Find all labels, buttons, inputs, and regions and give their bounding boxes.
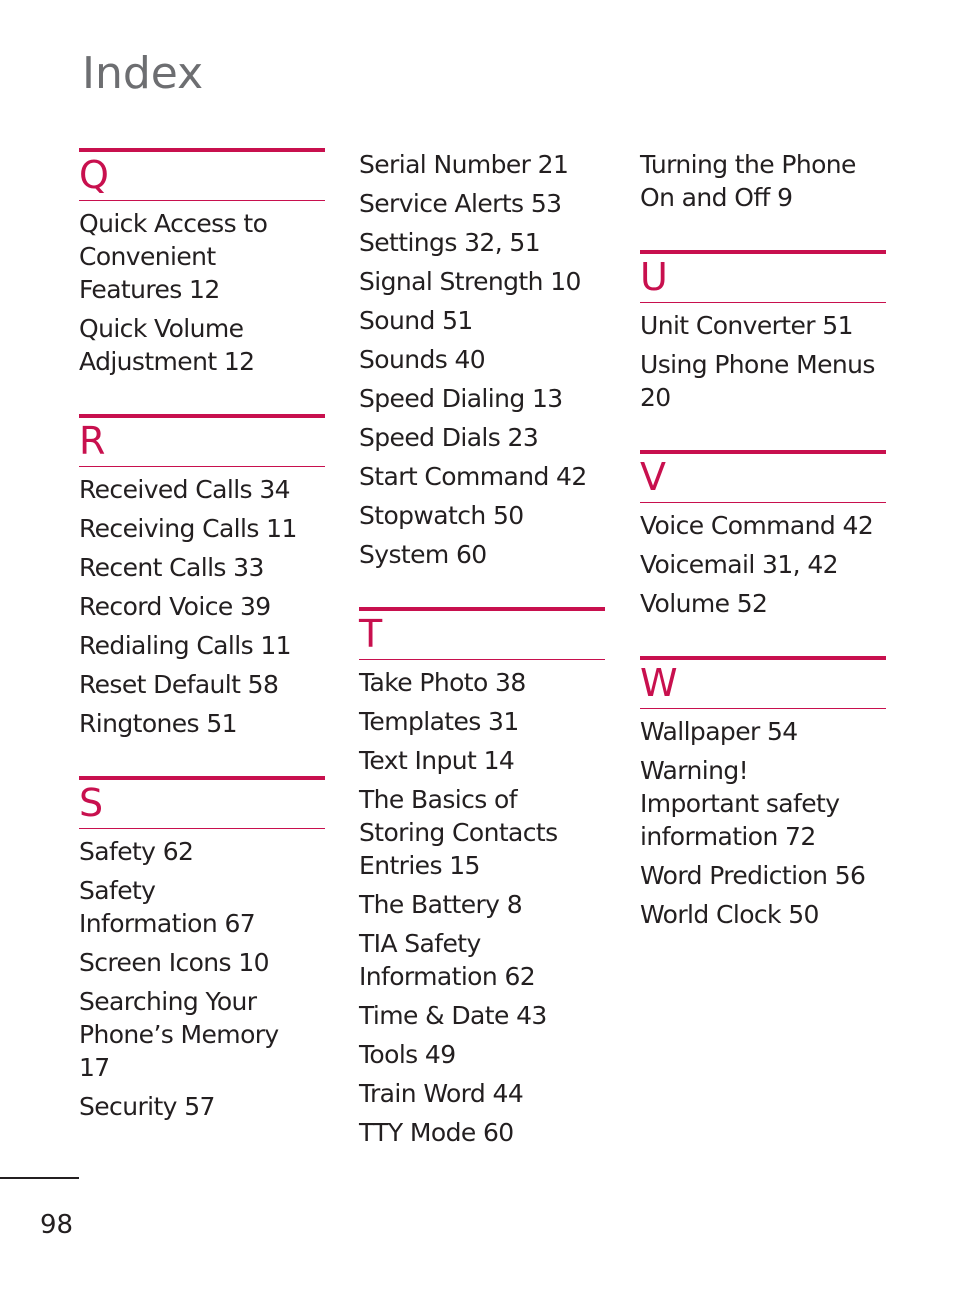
index-entry[interactable]: Quick Volume Adjustment 12	[79, 312, 269, 378]
section-letter: S	[79, 781, 104, 825]
index-section-q: Q Quick Access to Convenient Features 12…	[79, 148, 325, 378]
index-entry[interactable]: World Clock 50	[640, 898, 886, 931]
index-section-s: S Safety 62 Safety Information 67 Screen…	[79, 776, 325, 1123]
index-entry[interactable]: Redialing Calls 11	[79, 629, 325, 662]
index-entry[interactable]: Service Alerts 53	[359, 187, 605, 220]
index-entry[interactable]: Settings 32, 51	[359, 226, 605, 259]
index-column-2: Serial Number 21 Service Alerts 53 Setti…	[359, 148, 605, 1155]
index-entry[interactable]: Safety 62	[79, 835, 325, 868]
page-title: Index	[82, 48, 204, 99]
index-section-s-continued: Serial Number 21 Service Alerts 53 Setti…	[359, 148, 605, 571]
index-entry[interactable]: Sounds 40	[359, 343, 605, 376]
section-header: T	[359, 607, 605, 660]
section-header: Q	[79, 148, 325, 201]
index-entry[interactable]: Time & Date 43	[359, 999, 605, 1032]
index-entry[interactable]: Serial Number 21	[359, 148, 605, 181]
section-letter: V	[640, 455, 666, 499]
section-letter: W	[640, 661, 678, 705]
index-entry[interactable]: Text Input 14	[359, 744, 605, 777]
index-section-v: V Voice Command 42 Voicemail 31, 42 Volu…	[640, 450, 886, 620]
index-entry[interactable]: Wallpaper 54	[640, 715, 886, 748]
section-header: U	[640, 250, 886, 303]
index-section-w: W Wallpaper 54 Warning! Important safety…	[640, 656, 886, 931]
index-entry[interactable]: Record Voice 39	[79, 590, 325, 623]
index-entry[interactable]: Templates 31	[359, 705, 605, 738]
index-entry[interactable]: Using Phone Menus 20	[640, 348, 875, 414]
section-letter: Q	[79, 153, 109, 197]
index-entry[interactable]: The Battery 8	[359, 888, 605, 921]
index-entry[interactable]: System 60	[359, 538, 605, 571]
index-entry[interactable]: Tools 49	[359, 1038, 605, 1071]
index-entry[interactable]: Signal Strength 10	[359, 265, 605, 298]
index-entry[interactable]: Volume 52	[640, 587, 886, 620]
index-entry[interactable]: TTY Mode 60	[359, 1116, 605, 1149]
index-entry[interactable]: Sound 51	[359, 304, 605, 337]
index-section-r: R Received Calls 34 Receiving Calls 11 R…	[79, 414, 325, 740]
index-entry[interactable]: Searching Your Phone’s Memory 17	[79, 985, 279, 1084]
index-entry[interactable]: Reset Default 58	[79, 668, 325, 701]
index-section-u: U Unit Converter 51 Using Phone Menus 20	[640, 250, 886, 414]
index-entry[interactable]: Screen Icons 10	[79, 946, 325, 979]
index-entry[interactable]: Ringtones 51	[79, 707, 325, 740]
index-entry[interactable]: Word Prediction 56	[640, 859, 886, 892]
index-entry[interactable]: Receiving Calls 11	[79, 512, 325, 545]
footer-rule	[0, 1177, 79, 1179]
index-entry[interactable]: Voice Command 42	[640, 509, 886, 542]
section-letter: U	[640, 255, 668, 299]
index-entry[interactable]: Start Command 42	[359, 460, 605, 493]
index-entry[interactable]: Security 57	[79, 1090, 325, 1123]
section-header: R	[79, 414, 325, 467]
index-entry[interactable]: Speed Dialing 13	[359, 382, 605, 415]
index-entry[interactable]: The Basics of Storing Contacts Entries 1…	[359, 783, 609, 882]
index-entry[interactable]: Recent Calls 33	[79, 551, 325, 584]
index-entry[interactable]: Quick Access to Convenient Features 12	[79, 207, 319, 306]
index-entry[interactable]: Stopwatch 50	[359, 499, 605, 532]
index-entry[interactable]: Turning the Phone On and Off 9	[640, 148, 865, 214]
index-entry[interactable]: Train Word 44	[359, 1077, 605, 1110]
page-number: 98	[40, 1210, 74, 1240]
index-entry[interactable]: Safety Information 67	[79, 874, 299, 940]
section-letter: T	[359, 612, 383, 656]
index-entry[interactable]: Unit Converter 51	[640, 309, 886, 342]
index-entry[interactable]: Voicemail 31, 42	[640, 548, 886, 581]
index-column-3: Turning the Phone On and Off 9 U Unit Co…	[640, 148, 886, 937]
index-entry[interactable]: TIA Safety Information 62	[359, 927, 539, 993]
index-entry[interactable]: Speed Dials 23	[359, 421, 605, 454]
index-entry[interactable]: Received Calls 34	[79, 473, 325, 506]
section-letter: R	[79, 419, 106, 463]
index-column-1: Q Quick Access to Convenient Features 12…	[79, 148, 325, 1129]
index-section-t-continued: Turning the Phone On and Off 9	[640, 148, 886, 214]
section-header: S	[79, 776, 325, 829]
section-header: W	[640, 656, 886, 709]
index-entry[interactable]: Warning! Important safety information 72	[640, 754, 870, 853]
index-section-t: T Take Photo 38 Templates 31 Text Input …	[359, 607, 605, 1149]
section-header: V	[640, 450, 886, 503]
index-entry[interactable]: Take Photo 38	[359, 666, 605, 699]
